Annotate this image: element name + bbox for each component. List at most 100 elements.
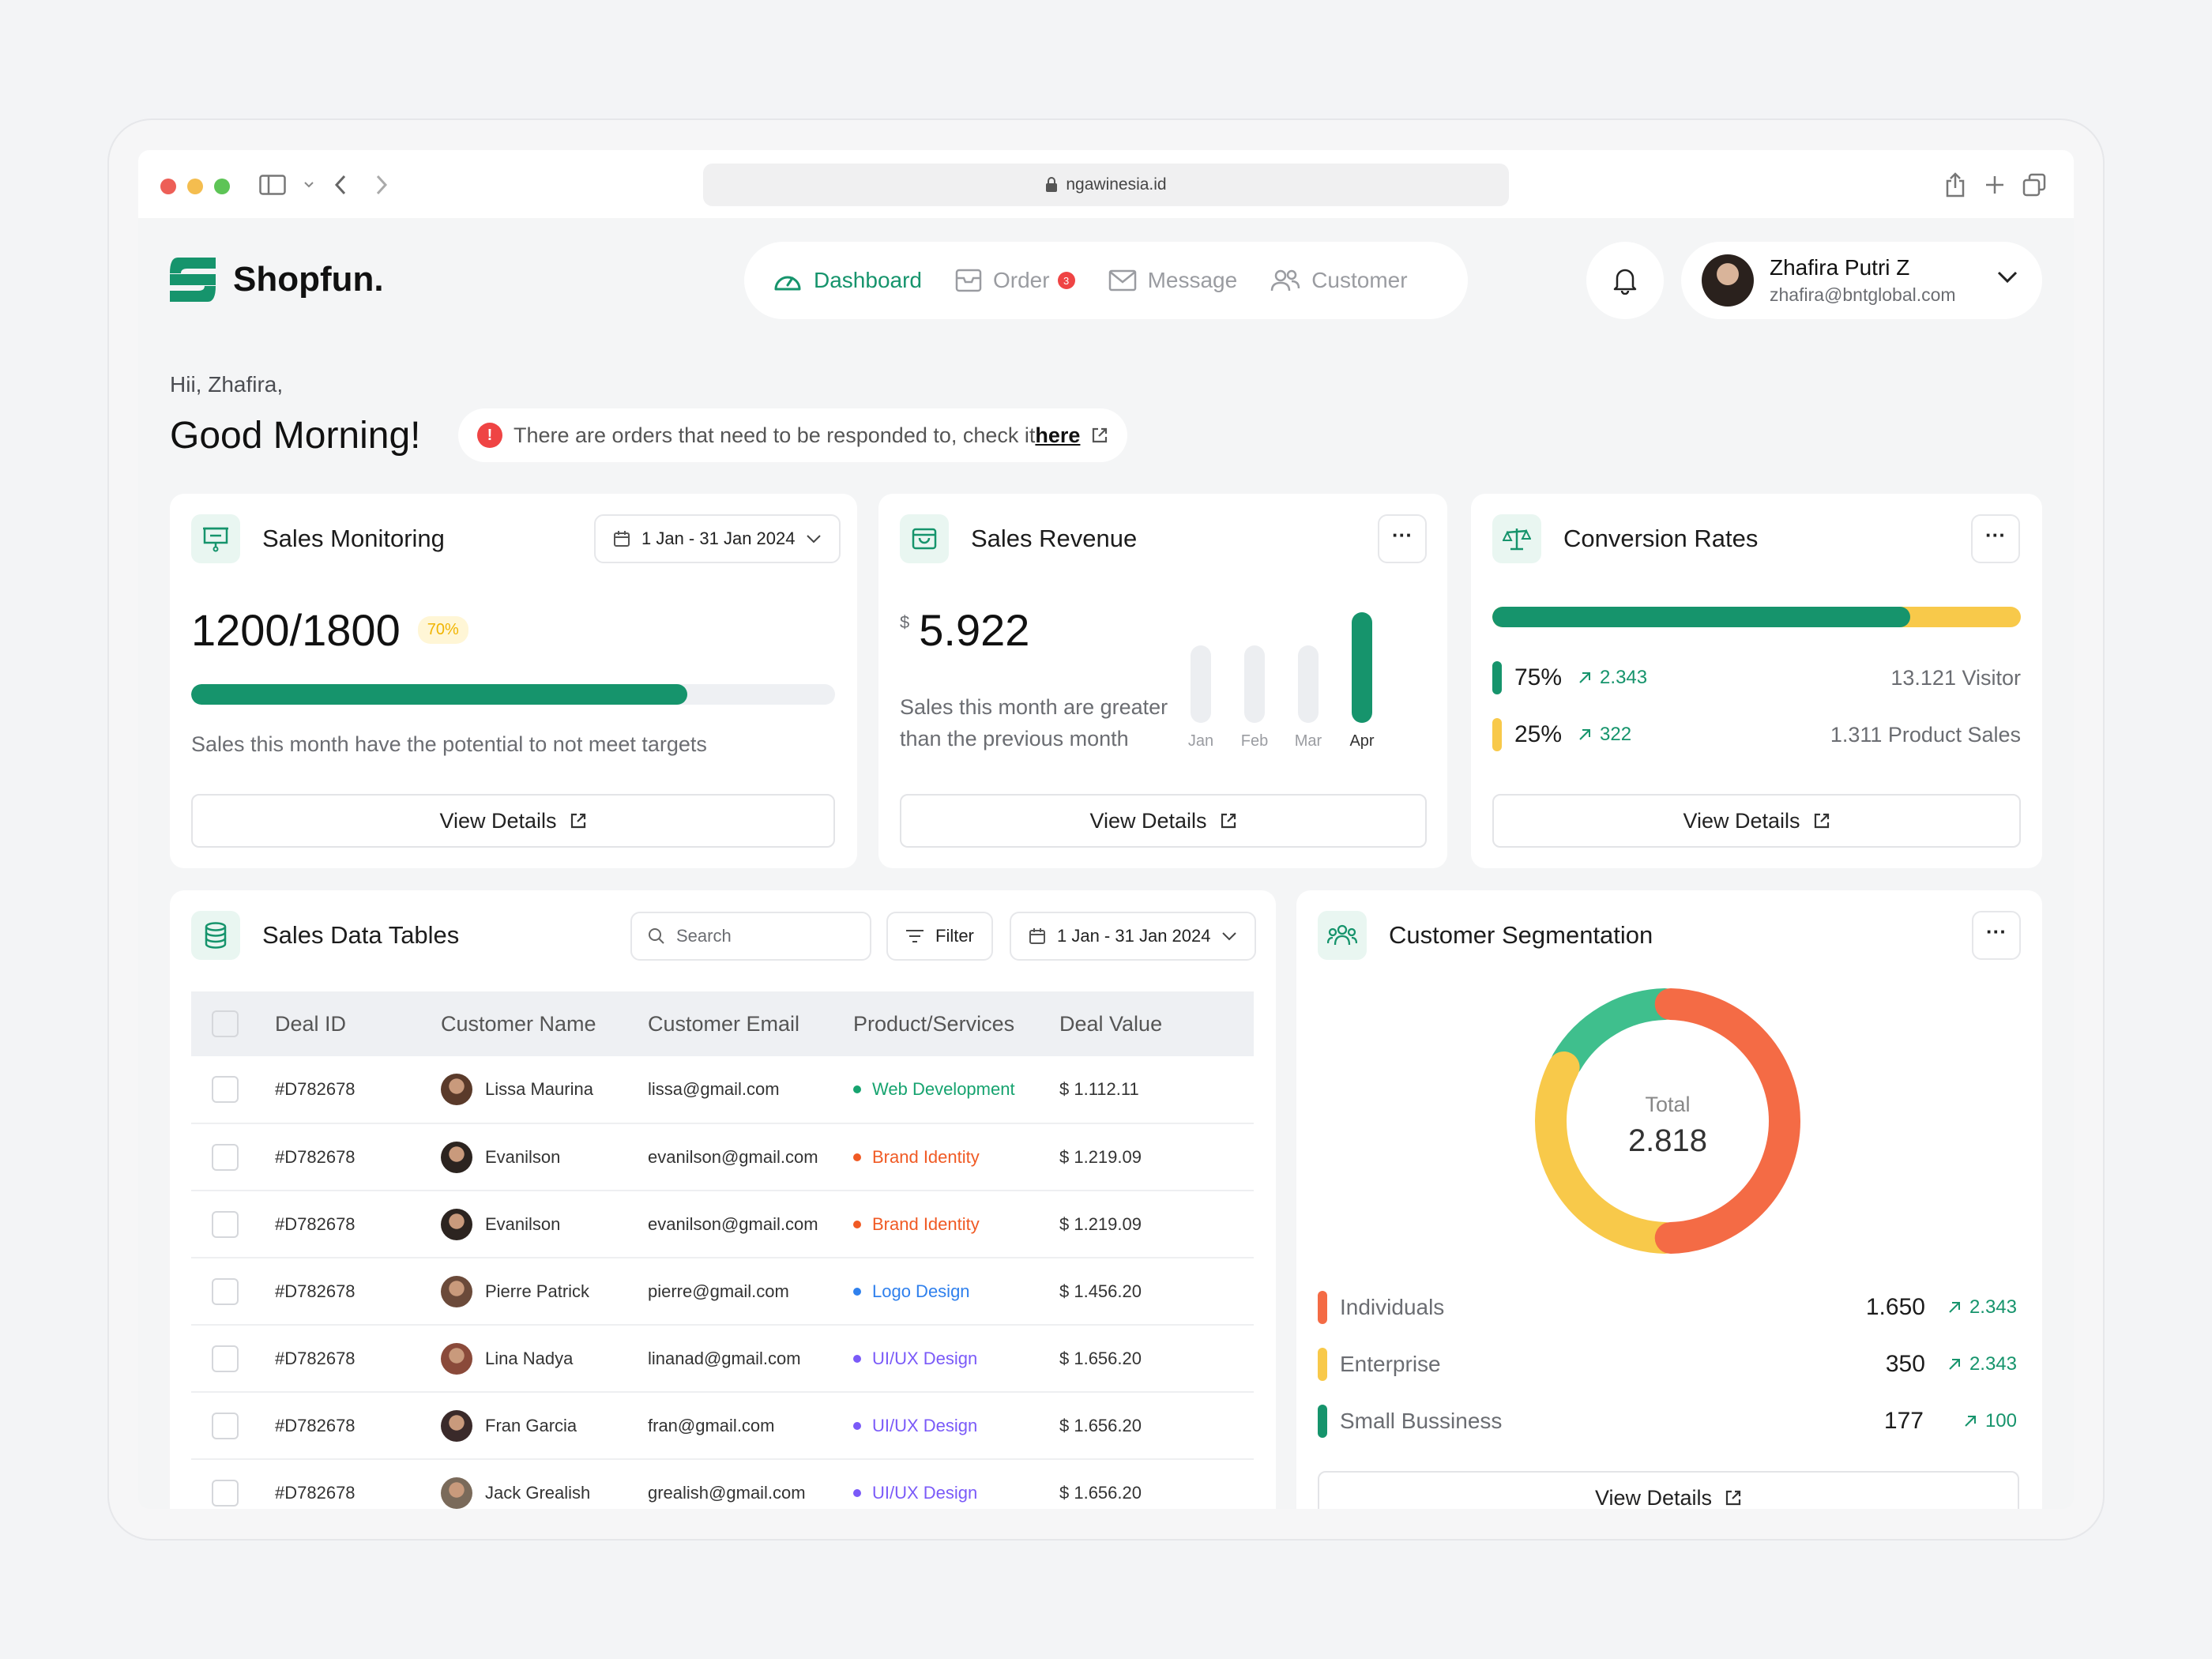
main-nav: Dashboard Order 3 Message Customer (744, 242, 1468, 319)
view-details-button[interactable]: View Details (191, 794, 835, 848)
product-service: UI/UX Design (872, 1482, 978, 1503)
external-link-icon (1221, 813, 1236, 829)
sales-progress-fill (191, 684, 687, 705)
column-header[interactable]: Customer Email (648, 991, 853, 1056)
table-header-row: Deal ID Customer Name Customer Email Pro… (191, 991, 1254, 1056)
external-link-icon (1814, 813, 1829, 829)
row-checkbox[interactable] (212, 1479, 239, 1507)
date-range-picker[interactable]: 1 Jan - 31 Jan 2024 (594, 514, 841, 563)
close-window-button[interactable] (160, 179, 176, 194)
revenue-bar-label: Apr (1349, 732, 1375, 750)
forward-arrow-icon[interactable] (366, 169, 397, 201)
column-header[interactable]: Customer Name (441, 991, 648, 1056)
customer-name: Lissa Maurina (485, 1079, 593, 1099)
external-link-icon[interactable] (1091, 427, 1108, 444)
table-row[interactable]: #D782678 Jack Grealish grealish@gmail.com U… (191, 1459, 1254, 1509)
address-bar[interactable]: ngawinesia.id (703, 164, 1509, 206)
segment-name: Small Bussiness (1340, 1409, 1503, 1433)
table-row[interactable]: #D782678 Pierre Patrick pierre@gmail.com Lo… (191, 1258, 1254, 1326)
date-range-picker[interactable]: 1 Jan - 31 Jan 2024 (1010, 912, 1257, 961)
row-checkbox[interactable] (212, 1412, 239, 1439)
avatar (441, 1275, 472, 1307)
share-icon[interactable] (1939, 169, 1971, 201)
row-checkbox[interactable] (212, 1345, 239, 1372)
calendar-icon (1029, 928, 1045, 944)
view-details-button[interactable]: View Details (900, 794, 1427, 848)
calendar-icon (614, 531, 630, 547)
customer-name: Pierre Patrick (485, 1281, 590, 1301)
deal-id: #D782678 (275, 1191, 441, 1258)
row-checkbox[interactable] (212, 1210, 239, 1238)
maximize-window-button[interactable] (214, 179, 230, 194)
donut-slice-small-bussiness[interactable] (1551, 988, 1681, 1078)
user-email: zhafira@bntglobal.com (1770, 284, 1956, 305)
tabs-overview-icon[interactable] (2018, 169, 2050, 201)
order-count-badge: 3 (1057, 272, 1075, 289)
revenue-bar-label: Feb (1240, 732, 1269, 750)
customer-email: evanilson@gmail.com (648, 1191, 853, 1258)
table-row[interactable]: #D782678 Fran Garcia fran@gmail.com UI/UX D… (191, 1392, 1254, 1460)
orders-alert: ! There are orders that need to be respo… (458, 408, 1128, 462)
chevron-down-icon[interactable] (293, 169, 325, 201)
sales-progress-bar (191, 684, 835, 705)
more-options-button[interactable]: ··· (1378, 514, 1427, 563)
avatar (441, 1409, 472, 1442)
column-header[interactable]: Deal Value (1059, 991, 1254, 1056)
sales-count: 1200/1800 (191, 605, 401, 655)
row-checkbox[interactable] (212, 1277, 239, 1305)
deal-value: $ 1.656.20 (1059, 1325, 1254, 1393)
page-title: Good Morning! (170, 415, 421, 457)
chevron-down-icon (807, 535, 822, 544)
table-row[interactable]: #D782678 Lissa Maurina lissa@gmail.com Web … (191, 1056, 1254, 1124)
avatar (1702, 254, 1754, 307)
minimize-window-button[interactable] (187, 179, 203, 194)
column-header[interactable]: Deal ID (275, 991, 441, 1056)
revenue-note-line2: than the previous month (900, 727, 1129, 750)
row-checkbox[interactable] (212, 1143, 239, 1171)
table-row[interactable]: #D782678 Evanilson evanilson@gmail.com Bran… (191, 1123, 1254, 1191)
nav-item-dashboard[interactable]: Dashboard (773, 268, 922, 293)
product-status-dot (853, 1488, 861, 1497)
more-options-button[interactable]: ··· (1972, 911, 2021, 960)
sidebar-toggle-icon[interactable] (257, 169, 288, 201)
nav-item-message[interactable]: Message (1108, 268, 1237, 293)
customer-email: fran@gmail.com (648, 1392, 853, 1460)
select-all-checkbox[interactable] (212, 1010, 239, 1037)
view-details-button[interactable]: View Details (1492, 794, 2021, 848)
legend-color (1318, 1348, 1327, 1381)
external-link-icon (570, 813, 585, 829)
alert-link[interactable]: here (1035, 423, 1080, 448)
row-checkbox[interactable] (212, 1076, 239, 1103)
new-tab-icon[interactable] (1979, 169, 2011, 201)
avatar (441, 1342, 472, 1375)
more-options-button[interactable]: ··· (1971, 514, 2020, 563)
back-arrow-icon[interactable] (325, 169, 356, 201)
card-title: Sales Revenue (971, 525, 1138, 552)
table-row[interactable]: #D782678 Lina Nadya linanad@gmail.com UI/UX… (191, 1325, 1254, 1393)
table-row[interactable]: #D782678 Evanilson evanilson@gmail.com Bran… (191, 1191, 1254, 1258)
bell-icon (1613, 269, 1637, 295)
column-header[interactable]: Product/Services (853, 991, 1059, 1056)
nav-label: Order (992, 268, 1050, 292)
deal-value: $ 1.219.09 (1059, 1123, 1254, 1191)
search-input[interactable]: Search (630, 912, 871, 961)
donut-slice-individuals[interactable] (1654, 988, 1800, 1254)
trend-up-icon (1949, 1302, 1960, 1313)
chevron-down-icon[interactable] (1996, 270, 2018, 284)
user-name: Zhafira Putri Z (1770, 255, 1910, 280)
product-service: Logo Design (872, 1281, 970, 1301)
brand-logo[interactable]: Shopfun. (170, 258, 384, 302)
conversion-row-sales: 25% 322 1.311 Product Sales (1492, 717, 2021, 753)
revenue-bar-label: Mar (1294, 732, 1322, 750)
external-link-icon (1725, 1490, 1741, 1506)
filter-button[interactable]: Filter (886, 912, 993, 961)
notification-button[interactable] (1586, 242, 1664, 319)
legend-color (1492, 718, 1502, 751)
conversion-percent: 25% (1514, 721, 1563, 747)
user-profile-menu[interactable]: Zhafira Putri Z zhafira@bntglobal.com (1681, 242, 2042, 319)
button-label: View Details (1594, 1485, 1713, 1510)
nav-item-order[interactable]: Order 3 (955, 268, 1075, 293)
nav-item-customer[interactable]: Customer (1270, 268, 1408, 293)
customer-name: Evanilson (485, 1146, 561, 1167)
view-details-button[interactable]: View Details (1318, 1471, 2019, 1509)
